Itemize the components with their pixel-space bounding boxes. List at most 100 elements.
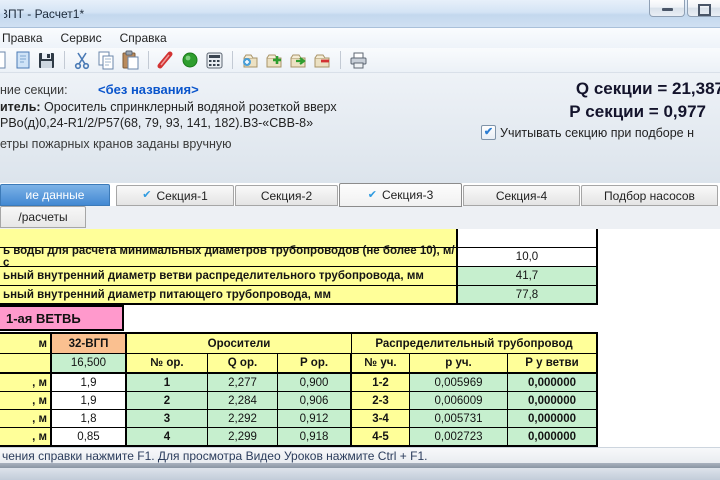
param-label: ьный внутренний диаметр ветви распредели… [0, 267, 458, 286]
open-icon[interactable] [12, 50, 33, 71]
section-add-icon[interactable] [240, 50, 261, 71]
p-cell: 0,912 [278, 410, 352, 428]
subheader: № ор. [127, 354, 208, 374]
tab-section-4[interactable]: Секция-4 [463, 185, 580, 206]
section-info-panel: ние секции: <без названия> итель: Оросит… [0, 73, 720, 183]
length-cell[interactable]: 1,9 [52, 374, 127, 392]
menu-edit[interactable]: Правка [0, 29, 52, 47]
p-loss-cell: 0,002723 [410, 428, 508, 447]
toolbar-separator [64, 51, 65, 69]
section-name-label: ние секции: [0, 83, 68, 97]
segment-cell: 4-5 [352, 428, 410, 447]
tab-section-3[interactable]: ✔ Секция-3 [339, 183, 462, 207]
menu-help[interactable]: Справка [111, 29, 176, 47]
param-value[interactable]: 10,0 [458, 248, 598, 267]
param-label: ьный внутренний диаметр питающего трубоп… [0, 286, 458, 305]
segment-cell: 1-2 [352, 374, 410, 392]
calculation-sheet: ь воды для расчета минимальных диаметров… [0, 229, 720, 447]
include-section-checkbox[interactable]: ✔ [481, 125, 496, 140]
tab-label: Секция-4 [496, 189, 547, 203]
q-section-value: Q секции = 21,387 [576, 79, 720, 99]
tab-label: Секция-3 [382, 188, 433, 202]
menu-service[interactable]: Сервис [52, 29, 111, 47]
status-text: чения справки нажмите F1. Для просмотра … [2, 449, 427, 463]
tab-label: Подбор насосов [604, 189, 695, 203]
new-icon[interactable] [0, 50, 9, 71]
minimize-button[interactable] [649, 0, 685, 17]
branch-title: 1-ая ВЕТВЬ [0, 305, 124, 331]
section-name-link[interactable]: <без названия> [98, 82, 199, 97]
tab-data-calculations[interactable]: /расчеты [0, 206, 86, 228]
p-branch-cell: 0,000000 [508, 410, 598, 428]
tab-general-data[interactable]: ие данные [0, 184, 110, 206]
p-branch-cell: 0,000000 [508, 374, 598, 392]
subheader: р уч. [410, 354, 508, 374]
length-cell[interactable]: 1,8 [52, 410, 127, 428]
param-value: 41,7 [458, 267, 598, 286]
parameters-table: ь воды для расчета минимальных диаметров… [0, 229, 598, 305]
hydrants-note: етры пожарных кранов заданы вручную [0, 137, 232, 151]
cut-icon[interactable] [72, 50, 93, 71]
toolbar-separator [148, 51, 149, 69]
maximize-button[interactable] [687, 0, 720, 17]
subheader: Р ор. [278, 354, 352, 374]
p-branch-cell: 0,000000 [508, 392, 598, 410]
window-title: ВПТ - Расчет1* [4, 7, 84, 21]
p-loss-cell: 0,006009 [410, 392, 508, 410]
table-header-row: м 32-ВГП Оросители Распределительный тру… [0, 334, 598, 354]
length-cell[interactable]: 0,85 [52, 428, 127, 447]
tab-section-2[interactable]: Секция-2 [235, 185, 338, 206]
checkbox-check-icon: ✔ [484, 127, 493, 138]
row-label: , м [0, 392, 52, 410]
window-frame-bottom [0, 468, 720, 480]
tab-label: Секция-2 [261, 189, 312, 203]
paste-icon[interactable] [120, 50, 141, 71]
subheader: Q ор. [208, 354, 278, 374]
p-loss-cell: 0,005731 [410, 410, 508, 428]
maximize-icon [698, 4, 711, 16]
p-cell: 0,918 [278, 428, 352, 447]
sprinkler-description-line1: Ороситель спринклерный водяной розеткой … [41, 100, 337, 114]
p-section-value: Р секции = 0,977 [569, 102, 706, 122]
table-row: , м 1,9 1 2,277 0,900 1-2 0,005969 0,000… [0, 374, 598, 392]
clear-icon[interactable] [156, 50, 177, 71]
toolbar-separator [340, 51, 341, 69]
q-cell: 2,292 [208, 410, 278, 428]
sub-tabs: /расчеты [0, 206, 720, 229]
q-cell: 2,284 [208, 392, 278, 410]
param-label: ь воды для расчета минимальных диаметров… [0, 248, 458, 267]
tab-label: /расчеты [18, 210, 67, 224]
q-cell: 2,277 [208, 374, 278, 392]
table-row: ь воды для расчета минимальных диаметров… [0, 248, 598, 267]
menu-bar: Правка Сервис Справка [0, 28, 720, 48]
sprinkler-description-line2: РВо(д)0,24-R1/2/Р57(68, 79, 93, 141, 182… [0, 116, 313, 130]
table-row: , м 0,85 4 2,299 0,918 4-5 0,002723 0,00… [0, 428, 598, 447]
pipe-value: 16,500 [52, 354, 127, 374]
save-icon[interactable] [36, 50, 57, 71]
row-delete-icon[interactable] [312, 50, 333, 71]
include-section-label: Учитывать секцию при подборе н [500, 126, 694, 140]
tab-section-1[interactable]: ✔ Секция-1 [116, 185, 234, 206]
sprinkler-no-cell: 4 [127, 428, 208, 447]
print-icon[interactable] [348, 50, 369, 71]
calculator-icon[interactable] [204, 50, 225, 71]
branch-table: м 32-ВГП Оросители Распределительный тру… [0, 332, 598, 447]
section-tabs: ие данные ✔ Секция-1 Секция-2 ✔ Секция-3… [0, 183, 720, 207]
segment-cell: 3-4 [352, 410, 410, 428]
tab-pump-selection[interactable]: Подбор насосов [581, 185, 718, 206]
p-branch-cell: 0,000000 [508, 428, 598, 447]
row-add-icon[interactable] [264, 50, 285, 71]
p-cell: 0,900 [278, 374, 352, 392]
copy-icon[interactable] [96, 50, 117, 71]
length-cell[interactable]: 1,9 [52, 392, 127, 410]
row-move-icon[interactable] [288, 50, 309, 71]
record-icon[interactable] [180, 50, 201, 71]
status-bar: чения справки нажмите F1. Для просмотра … [0, 447, 720, 463]
q-cell: 2,299 [208, 428, 278, 447]
subheader: Р у ветви [508, 354, 598, 374]
table-row: , м 1,9 2 2,284 0,906 2-3 0,006009 0,000… [0, 392, 598, 410]
subheader: № уч. [352, 354, 410, 374]
segment-cell: 2-3 [352, 392, 410, 410]
tab-label: ие данные [26, 188, 85, 202]
toolbar [0, 48, 720, 73]
